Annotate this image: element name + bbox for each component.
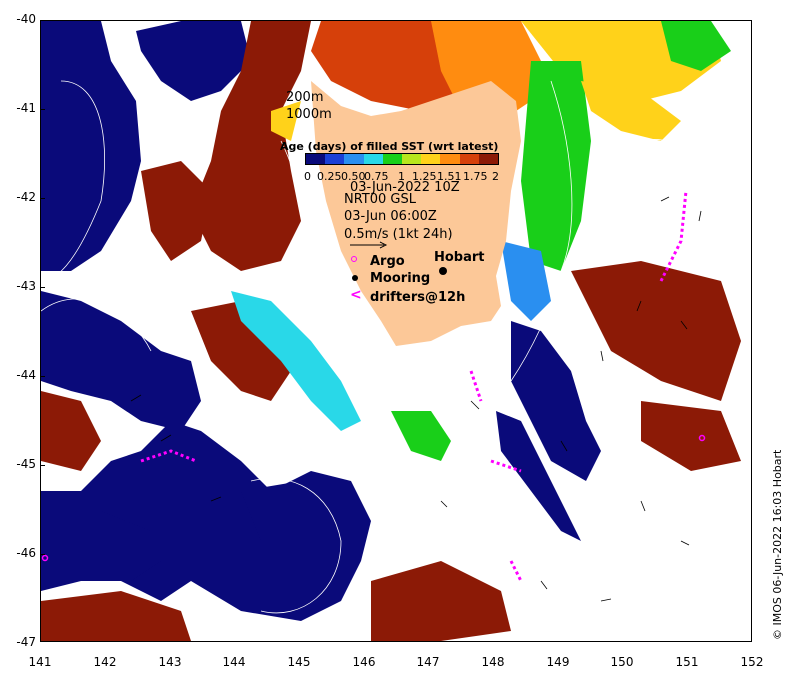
x-tick-label: 150 [610, 655, 634, 669]
legend-argo-label: Argo [370, 254, 405, 269]
x-tick-label: 151 [675, 655, 699, 669]
colorbar-segment [363, 154, 383, 164]
depth-label-1000m: 1000m [286, 107, 332, 122]
sst-age-map [41, 21, 741, 641]
colorbar-tick: 0.25 [317, 170, 342, 183]
y-tick-mark [40, 198, 45, 199]
sst-map-panel[interactable] [40, 20, 752, 642]
colorbar [305, 153, 499, 165]
colorbar-segment [325, 154, 345, 164]
y-tick-mark [40, 20, 45, 21]
drifter-legend-icon: < [350, 287, 362, 303]
y-tick-label: -47 [16, 635, 36, 649]
colorbar-segment [459, 154, 479, 164]
colorbar-segment [421, 154, 441, 164]
y-tick-label: -41 [16, 101, 36, 115]
x-tick-label: 148 [481, 655, 505, 669]
y-tick-mark [40, 465, 45, 466]
colorbar-segment [306, 154, 326, 164]
y-tick-label: -40 [16, 12, 36, 26]
mooring-legend-icon [352, 275, 358, 281]
x-tick-label: 141 [28, 655, 52, 669]
y-tick-mark [40, 109, 45, 110]
city-label-hobart: Hobart [434, 250, 485, 265]
colorbar-tick: 0 [304, 170, 311, 183]
colorbar-segment [478, 154, 499, 164]
x-tick-label: 142 [93, 655, 117, 669]
y-tick-label: -46 [16, 546, 36, 560]
arrow-scale-icon [350, 241, 388, 249]
y-tick-label: -44 [16, 368, 36, 382]
legend-drifters-label: drifters@12h [370, 290, 466, 305]
y-tick-mark [40, 287, 45, 288]
colorbar-segment [382, 154, 403, 164]
hobart-mooring [439, 267, 447, 275]
x-tick-label: 144 [222, 655, 246, 669]
colorbar-tick: 2 [492, 170, 499, 183]
y-tick-label: -45 [16, 457, 36, 471]
colorbar-segment [344, 154, 364, 164]
y-tick-mark [40, 376, 45, 377]
colorbar-segment [440, 154, 460, 164]
current-source-label: NRT00 GSL [344, 192, 416, 207]
y-tick-label: -43 [16, 279, 36, 293]
colorbar-title: Age (days) of filled SST (wrt latest) [280, 140, 499, 153]
x-tick-label: 152 [740, 655, 764, 669]
legend-mooring-label: Mooring [370, 271, 431, 286]
x-tick-label: 145 [287, 655, 311, 669]
x-tick-label: 149 [546, 655, 570, 669]
x-tick-label: 143 [158, 655, 182, 669]
current-time-label: 03-Jun 06:00Z [344, 209, 437, 224]
argo-legend-icon [351, 256, 357, 262]
x-tick-label: 146 [352, 655, 376, 669]
x-tick-label: 147 [416, 655, 440, 669]
depth-label-200m: 200m [286, 90, 324, 105]
credit-label: © IMOS 06-Jun-2022 16:03 Hobart [771, 449, 784, 640]
y-tick-mark [40, 554, 45, 555]
colorbar-tick: 1.75 [463, 170, 488, 183]
colorbar-segment [402, 154, 422, 164]
y-tick-label: -42 [16, 190, 36, 204]
